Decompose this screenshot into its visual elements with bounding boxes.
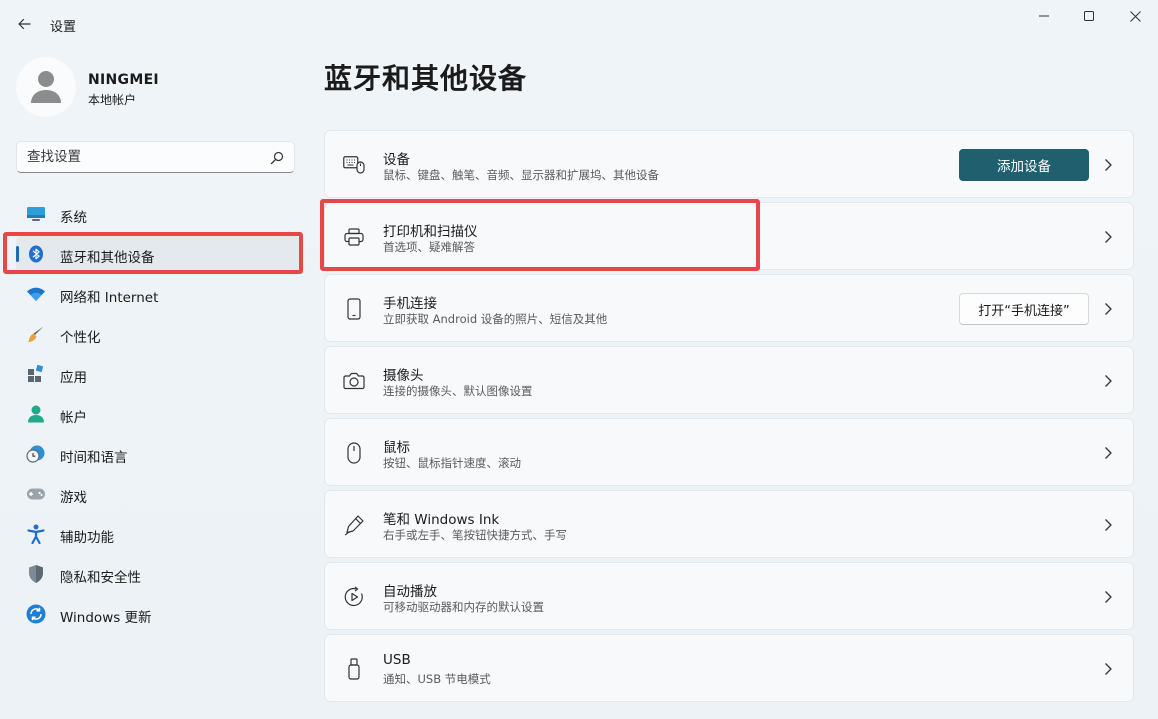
arrow-left-icon [18, 18, 31, 30]
card-subtitle: 右手或左手、笔按钮快捷方式、手写 [383, 528, 567, 542]
update-icon [26, 604, 46, 624]
sidebar-item-privacy[interactable]: 隐私和安全性 [16, 556, 300, 592]
chevron-right-icon [1105, 159, 1112, 171]
sidebar-item-label: 时间和语言 [60, 450, 128, 466]
close-button[interactable] [1112, 0, 1158, 32]
search-box [16, 141, 295, 173]
card-title: USB [383, 652, 411, 668]
mouse-icon [342, 441, 366, 465]
time-language-icon [26, 445, 46, 463]
wifi-icon [26, 285, 46, 303]
card-autoplay[interactable]: 自动播放 可移动驱动器和内存的默认设置 [324, 562, 1134, 630]
autoplay-icon [342, 585, 366, 609]
card-subtitle: 首选项、疑难解答 [383, 240, 475, 254]
sidebar-item-accounts[interactable]: 帐户 [16, 396, 300, 432]
card-pen-windows-ink[interactable]: 笔和 Windows Ink 右手或左手、笔按钮快捷方式、手写 [324, 490, 1134, 558]
card-subtitle: 可移动驱动器和内存的默认设置 [383, 600, 544, 614]
sidebar-item-time-language[interactable]: 时间和语言 [16, 436, 300, 472]
minimize-button[interactable] [1021, 0, 1067, 32]
devices-icon [342, 153, 366, 177]
chevron-right-icon [1105, 663, 1112, 675]
settings-window: 设置 NINGMEI 本地帐户 系统 蓝牙和其他设备 [0, 0, 1158, 719]
close-icon [1129, 10, 1141, 22]
user-name: NINGMEI [88, 72, 159, 88]
sidebar-item-label: 隐私和安全性 [60, 570, 141, 586]
sidebar-item-label: 蓝牙和其他设备 [60, 250, 155, 266]
sidebar-item-apps[interactable]: 应用 [16, 356, 300, 392]
search-icon[interactable] [270, 151, 284, 165]
accessibility-icon [26, 524, 46, 544]
account-type: 本地帐户 [88, 93, 137, 107]
sidebar-item-accessibility[interactable]: 辅助功能 [16, 516, 300, 552]
phone-icon [342, 297, 366, 321]
card-phone-link[interactable]: 手机连接 立即获取 Android 设备的照片、短信及其他 打开“手机连接” [324, 274, 1134, 342]
card-title: 鼠标 [383, 440, 410, 456]
card-subtitle: 鼠标、键盘、触笔、音频、显示器和扩展坞、其他设备 [383, 168, 659, 182]
card-subtitle: 连接的摄像头、默认图像设置 [383, 384, 533, 398]
card-usb[interactable]: USB 通知、USB 节电模式 [324, 634, 1134, 702]
shield-icon [26, 565, 46, 583]
back-button[interactable] [10, 10, 38, 38]
card-title: 自动播放 [383, 584, 437, 600]
card-printers-scanners[interactable]: 打印机和扫描仪 首选项、疑难解答 [324, 202, 1134, 270]
sidebar-item-label: 网络和 Internet [60, 290, 159, 306]
account-icon [26, 405, 46, 423]
brush-icon [26, 325, 46, 343]
card-title: 打印机和扫描仪 [383, 224, 478, 240]
window-title: 设置 [50, 20, 77, 35]
title-bar: 设置 [0, 0, 1158, 48]
camera-icon [342, 369, 366, 393]
card-title: 摄像头 [383, 368, 424, 384]
sidebar-item-label: 游戏 [60, 490, 87, 506]
page-title: 蓝牙和其他设备 [324, 62, 528, 95]
sidebar-item-label: 个性化 [60, 330, 101, 346]
usb-icon [342, 657, 366, 681]
card-title: 设备 [383, 152, 410, 168]
sidebar-item-label: 帐户 [60, 410, 87, 426]
apps-icon [26, 365, 46, 383]
chevron-right-icon [1105, 303, 1112, 315]
sidebar-item-label: 应用 [60, 370, 87, 386]
gamepad-icon [26, 485, 46, 503]
person-icon [31, 71, 61, 103]
chevron-right-icon [1105, 447, 1112, 459]
sidebar-item-label: 辅助功能 [60, 530, 114, 546]
sidebar-item-windows-update[interactable]: Windows 更新 [16, 596, 300, 632]
card-mouse[interactable]: 鼠标 按钮、鼠标指针速度、滚动 [324, 418, 1134, 486]
selection-indicator [16, 246, 19, 262]
chevron-right-icon [1105, 231, 1112, 243]
sidebar-item-personalization[interactable]: 个性化 [16, 316, 300, 352]
chevron-right-icon [1105, 375, 1112, 387]
sidebar-item-bluetooth[interactable]: 蓝牙和其他设备 [16, 236, 300, 272]
pen-icon [342, 513, 366, 537]
card-subtitle: 通知、USB 节电模式 [383, 672, 491, 686]
printer-icon [342, 225, 366, 249]
sidebar-item-system[interactable]: 系统 [16, 196, 300, 232]
sidebar-item-label: 系统 [60, 210, 87, 226]
card-subtitle: 立即获取 Android 设备的照片、短信及其他 [383, 312, 608, 326]
card-title: 手机连接 [383, 296, 437, 312]
system-display-icon [26, 205, 46, 223]
maximize-button[interactable] [1066, 0, 1112, 32]
add-device-button[interactable]: 添加设备 [959, 149, 1089, 181]
card-subtitle: 按钮、鼠标指针速度、滚动 [383, 456, 521, 470]
chevron-right-icon [1105, 591, 1112, 603]
card-title: 笔和 Windows Ink [383, 512, 500, 528]
sidebar-item-network[interactable]: 网络和 Internet [16, 276, 300, 312]
minimize-icon [1039, 15, 1049, 17]
search-input[interactable] [27, 147, 267, 167]
sidebar-item-label: Windows 更新 [60, 610, 152, 626]
bluetooth-icon [26, 245, 46, 263]
card-camera[interactable]: 摄像头 连接的摄像头、默认图像设置 [324, 346, 1134, 414]
card-devices[interactable]: 设备 鼠标、键盘、触笔、音频、显示器和扩展坞、其他设备 添加设备 [324, 130, 1134, 198]
sidebar-item-gaming[interactable]: 游戏 [16, 476, 300, 512]
avatar[interactable] [16, 57, 76, 117]
open-phone-link-button[interactable]: 打开“手机连接” [959, 293, 1089, 325]
chevron-right-icon [1105, 519, 1112, 531]
maximize-icon [1084, 11, 1094, 21]
